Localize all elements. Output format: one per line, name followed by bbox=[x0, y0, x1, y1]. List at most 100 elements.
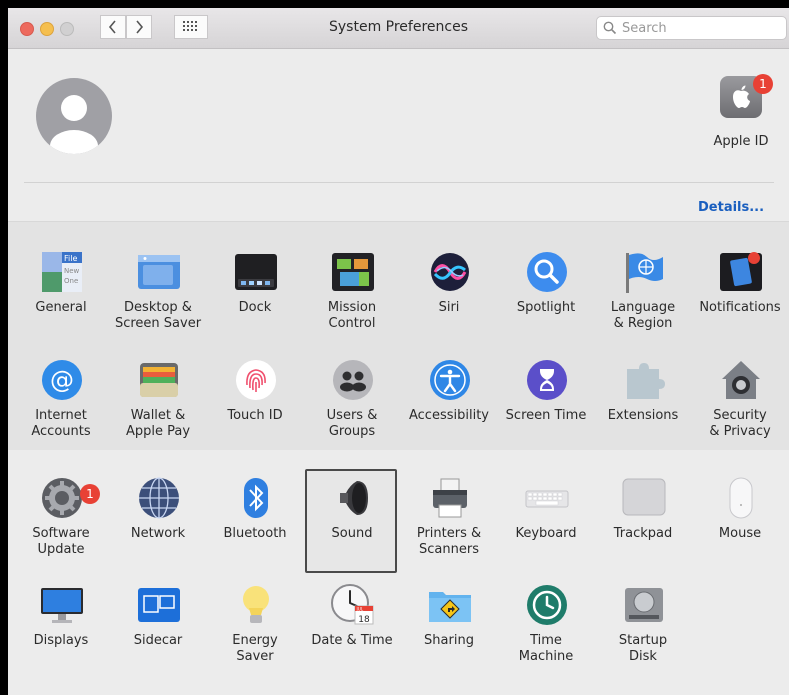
preferences-group-hardware: Software Update 1 Network Bluetooth Soun… bbox=[8, 450, 789, 695]
spotlight-icon bbox=[527, 252, 567, 292]
pane-security-privacy[interactable]: Security & Privacy bbox=[692, 357, 788, 457]
pane-internet-accounts[interactable]: @ Internet Accounts bbox=[13, 357, 109, 457]
pane-language-region[interactable]: Language & Region bbox=[595, 249, 691, 349]
pane-screen-time[interactable]: Screen Time bbox=[498, 357, 594, 457]
clock-calendar-icon: JUL 18 bbox=[331, 584, 374, 625]
pane-wallet-apple-pay[interactable]: Wallet & Apple Pay bbox=[110, 357, 206, 457]
pane-general-label: General bbox=[35, 300, 87, 315]
pane-printers-scanners[interactable]: Printers & Scanners bbox=[401, 475, 497, 575]
bluetooth-icon bbox=[244, 478, 268, 518]
pane-mission-label: Mission Control bbox=[327, 300, 377, 331]
pane-bluetooth-label: Bluetooth bbox=[223, 526, 287, 541]
pane-energy-saver[interactable]: Energy Saver bbox=[207, 582, 303, 682]
preferences-group-personal: File New One General Desktop & Screen Sav… bbox=[8, 221, 789, 451]
pane-network[interactable]: Network bbox=[110, 475, 206, 575]
pane-mouse[interactable]: Mouse bbox=[692, 475, 788, 575]
user-section: 1 Apple ID Details... bbox=[8, 49, 789, 221]
mouse-icon bbox=[729, 477, 753, 519]
users-groups-icon bbox=[333, 360, 373, 400]
pane-timemachine-label: Time Machine bbox=[518, 633, 574, 664]
pane-software-label: Software Update bbox=[32, 526, 90, 557]
pane-users-groups[interactable]: Users & Groups bbox=[304, 357, 400, 457]
pane-accessibility-label: Accessibility bbox=[409, 408, 489, 423]
title-bar: System Preferences Search bbox=[8, 8, 789, 49]
svg-text:New: New bbox=[64, 267, 80, 275]
language-region-icon bbox=[626, 253, 663, 293]
details-link[interactable]: Details... bbox=[698, 200, 764, 215]
pane-time-machine[interactable]: Time Machine bbox=[498, 582, 594, 682]
pane-printers-label: Printers & Scanners bbox=[416, 526, 482, 557]
svg-text:JUL: JUL bbox=[356, 607, 364, 612]
internet-accounts-icon: @ bbox=[42, 360, 82, 400]
pane-sidecar[interactable]: Sidecar bbox=[110, 582, 206, 682]
pane-displays[interactable]: Displays bbox=[13, 582, 109, 682]
pane-startup-disk[interactable]: Startup Disk bbox=[595, 582, 691, 682]
hourglass-icon bbox=[527, 360, 567, 400]
divider bbox=[24, 182, 774, 183]
pane-sidecar-label: Sidecar bbox=[133, 633, 183, 648]
pane-users-label: Users & Groups bbox=[326, 408, 378, 439]
pane-trackpad[interactable]: Trackpad bbox=[595, 475, 691, 575]
pane-notifications[interactable]: Notifications bbox=[692, 249, 788, 349]
notifications-icon bbox=[720, 252, 762, 291]
user-avatar-icon[interactable] bbox=[36, 78, 112, 154]
pane-sharing-label: Sharing bbox=[424, 633, 474, 648]
sidecar-icon bbox=[138, 588, 180, 622]
pane-security-label: Security & Privacy bbox=[709, 408, 771, 439]
pane-accessibility[interactable]: Accessibility bbox=[401, 357, 497, 457]
pane-energy-label: Energy Saver bbox=[232, 633, 278, 664]
wallet-icon bbox=[140, 363, 178, 397]
pane-internet-label: Internet Accounts bbox=[31, 408, 91, 439]
pane-mouse-label: Mouse bbox=[718, 526, 762, 541]
pane-touch-id[interactable]: Touch ID bbox=[207, 357, 303, 457]
pane-dock[interactable]: Dock bbox=[207, 249, 303, 349]
globe-network-icon bbox=[139, 477, 179, 519]
trackpad-icon bbox=[622, 478, 666, 516]
pane-bluetooth[interactable]: Bluetooth bbox=[207, 475, 303, 575]
pane-siri-label: Siri bbox=[438, 300, 460, 315]
pane-mission-control[interactable]: Mission Control bbox=[304, 249, 400, 349]
time-machine-icon bbox=[527, 585, 567, 625]
svg-text:File: File bbox=[64, 254, 77, 263]
pane-language-label: Language & Region bbox=[610, 300, 676, 331]
pane-displays-label: Displays bbox=[33, 633, 89, 648]
pane-dock-label: Dock bbox=[238, 300, 272, 315]
display-monitor-icon bbox=[41, 588, 83, 623]
svg-text:18: 18 bbox=[358, 615, 370, 625]
pane-keyboard[interactable]: Keyboard bbox=[498, 475, 594, 575]
system-preferences-window: System Preferences Search 1 Apple ID Det… bbox=[8, 8, 789, 695]
dock-icon bbox=[235, 254, 277, 290]
keyboard-icon bbox=[525, 490, 569, 508]
apple-id-label: Apple ID bbox=[713, 134, 769, 149]
pane-datetime-label: Date & Time bbox=[311, 633, 393, 648]
pane-spotlight-label: Spotlight bbox=[516, 300, 576, 315]
pane-touchid-label: Touch ID bbox=[227, 408, 283, 423]
puzzle-piece-icon bbox=[627, 363, 665, 399]
pane-network-label: Network bbox=[130, 526, 186, 541]
pane-extensions[interactable]: Extensions bbox=[595, 357, 691, 457]
pane-trackpad-label: Trackpad bbox=[613, 526, 673, 541]
pane-siri[interactable]: Siri bbox=[401, 249, 497, 349]
search-icon bbox=[603, 21, 617, 35]
sharing-folder-icon bbox=[429, 592, 471, 622]
accessibility-icon bbox=[430, 360, 470, 400]
apple-id-badge: 1 bbox=[753, 74, 773, 94]
pane-sharing[interactable]: Sharing bbox=[401, 582, 497, 682]
pane-spotlight[interactable]: Spotlight bbox=[498, 249, 594, 349]
house-safe-icon bbox=[722, 361, 760, 399]
pane-desktop-label: Desktop & Screen Saver bbox=[114, 300, 202, 331]
general-icon: File New One bbox=[42, 252, 82, 292]
search-field[interactable]: Search bbox=[596, 16, 787, 40]
selected-pane-highlight bbox=[305, 469, 397, 573]
pane-general[interactable]: File New One General bbox=[13, 249, 109, 349]
mission-control-icon bbox=[332, 253, 374, 291]
pane-date-time[interactable]: JUL 18 Date & Time bbox=[304, 582, 400, 682]
desktop-screen-saver-icon bbox=[138, 255, 180, 289]
pane-wallet-label: Wallet & Apple Pay bbox=[125, 408, 191, 439]
light-bulb-icon bbox=[243, 586, 269, 623]
pane-startup-label: Startup Disk bbox=[618, 633, 668, 664]
pane-screentime-label: Screen Time bbox=[505, 408, 587, 423]
pane-extensions-label: Extensions bbox=[607, 408, 679, 423]
pane-desktop-screen-saver[interactable]: Desktop & Screen Saver bbox=[110, 249, 206, 349]
pane-notifications-label: Notifications bbox=[699, 300, 781, 315]
